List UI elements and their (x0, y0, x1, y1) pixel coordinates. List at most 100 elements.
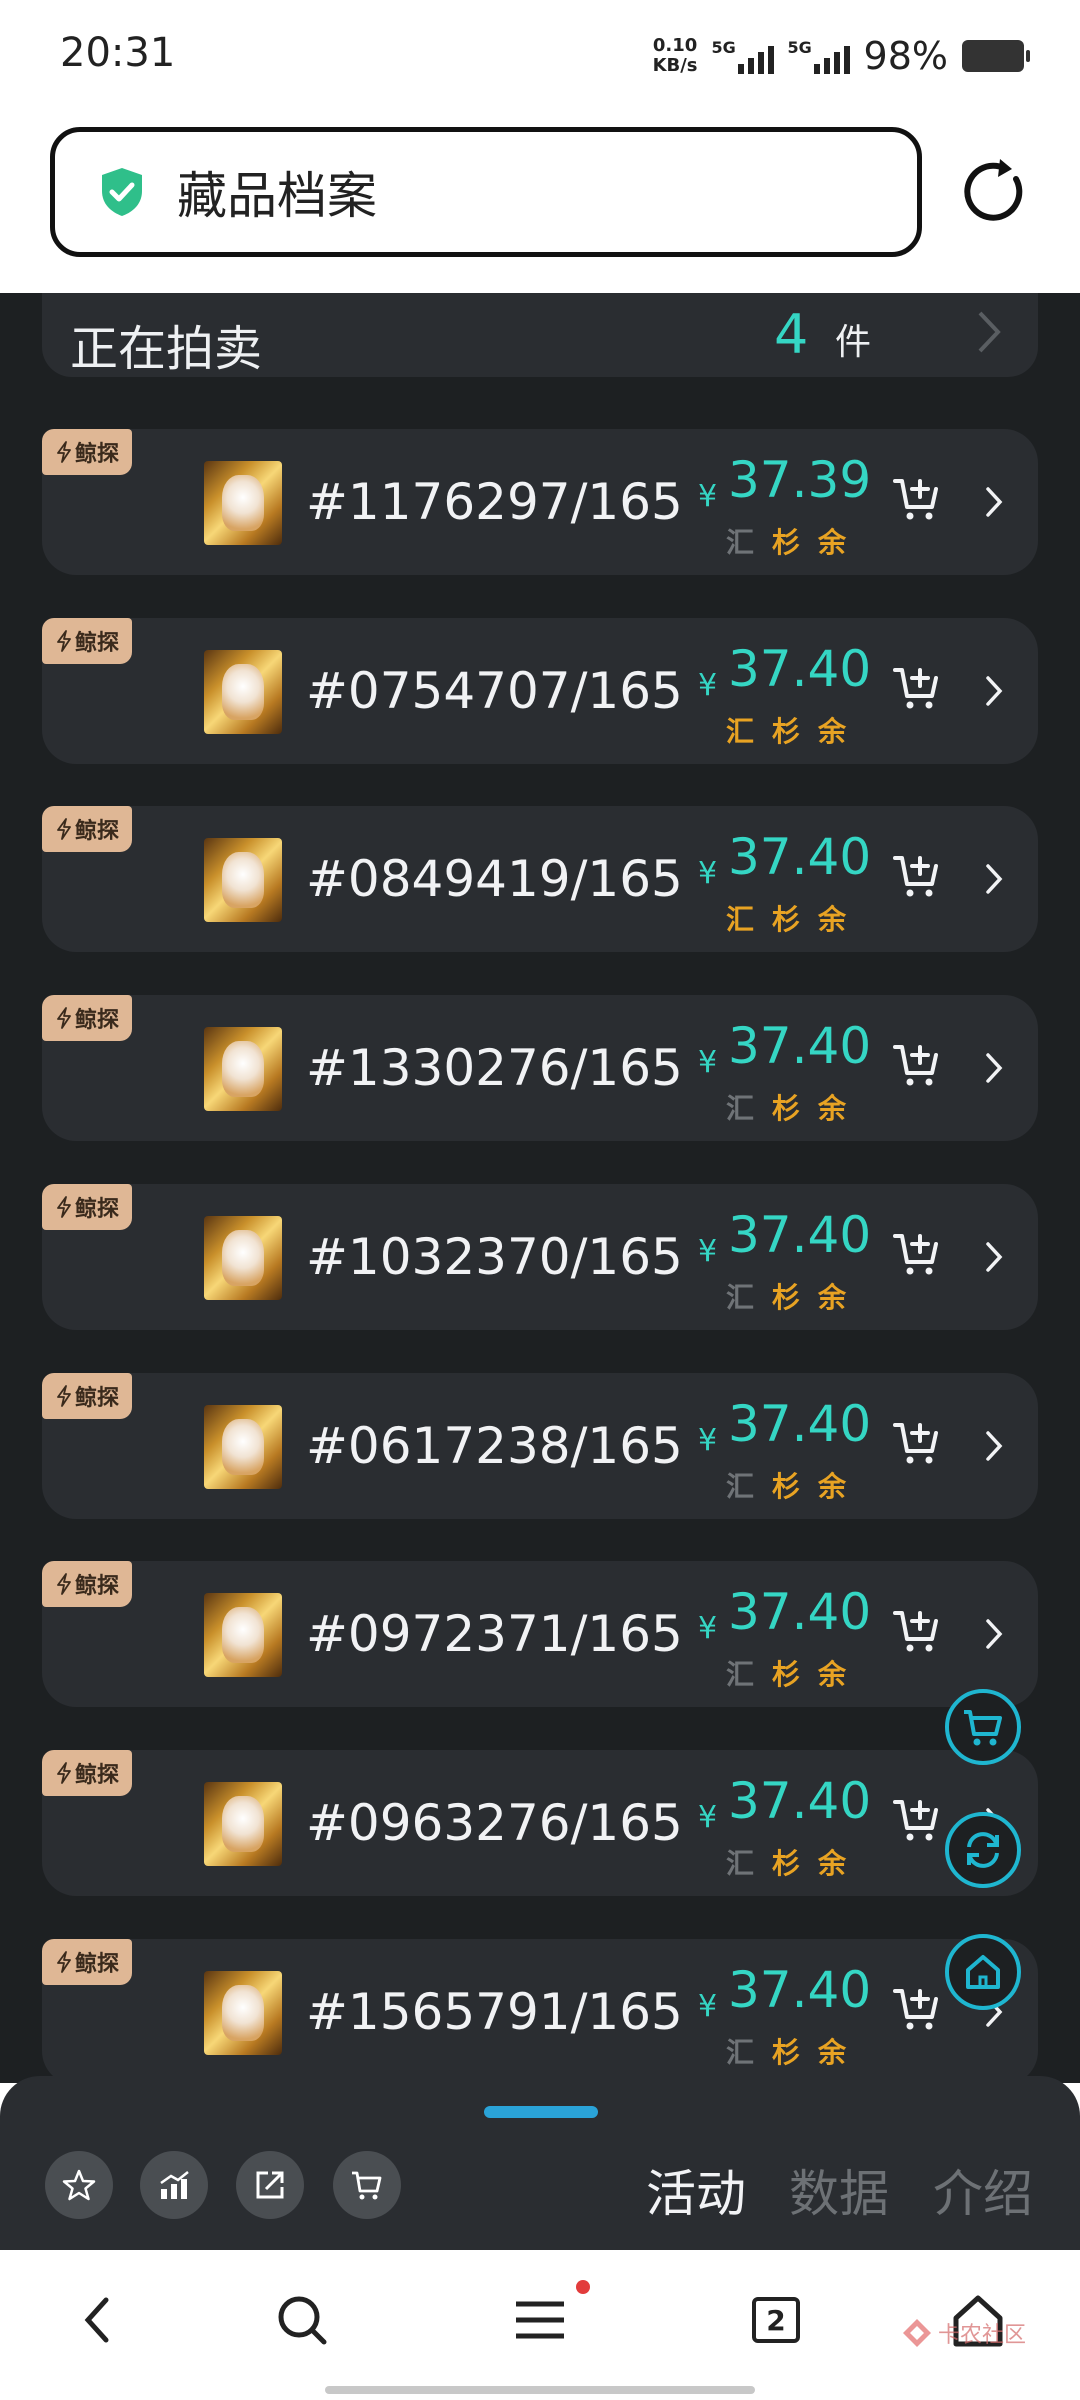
drag-handle[interactable] (484, 2106, 598, 2118)
listing-row[interactable]: 鲸探 #1176297/165 ¥ 37.39 汇杉余 (42, 429, 1038, 575)
item-thumbnail (204, 1404, 282, 1489)
chevron-right-icon[interactable] (984, 862, 1004, 896)
platform-badge: 杉 (772, 1092, 801, 1126)
currency-symbol: ¥ (698, 856, 718, 892)
platform-badge: 汇 (726, 2035, 755, 2069)
currency-symbol: ¥ (698, 479, 718, 514)
network-speed: 0.10 KB/s (653, 36, 698, 76)
tab-activity[interactable]: 活动 (646, 2154, 746, 2226)
source-tag-label: 鲸探 (74, 630, 119, 656)
currency-symbol: ¥ (698, 1799, 718, 1835)
chevron-right-icon[interactable] (984, 1240, 1004, 1274)
listing-row[interactable]: 鲸探 #0754707/165 ¥ 37.40 汇杉余 (42, 617, 1038, 764)
share-button[interactable] (236, 2151, 304, 2219)
platform-badge: 余 (818, 1658, 847, 1692)
add-to-cart-icon[interactable] (892, 1794, 942, 1844)
battery-icon (962, 40, 1030, 72)
source-tag: 鲸探 (42, 1372, 132, 1419)
add-to-cart-icon[interactable] (892, 1039, 942, 1089)
source-tag: 鲸探 (42, 806, 132, 853)
home-icon (966, 1955, 1000, 1989)
chevron-right-icon[interactable] (984, 1051, 1004, 1085)
listing-row[interactable]: 鲸探 #0972371/165 ¥ 37.40 汇杉余 (42, 1561, 1038, 1708)
platform-badge: 余 (818, 714, 847, 748)
serial-number: #1330276/165 (306, 1039, 683, 1098)
tab-intro[interactable]: 介绍 (933, 2154, 1033, 2226)
serial-number: #0849419/165 (306, 850, 683, 909)
serial-number: #1032370/165 (306, 1227, 683, 1286)
bolt-icon (57, 818, 71, 841)
chevron-right-icon[interactable] (984, 485, 1004, 519)
status-indicators: 0.10 KB/s 5G 5G 98% (653, 34, 1030, 78)
bolt-icon (57, 629, 71, 652)
favorite-button[interactable] (45, 2151, 113, 2219)
listing-row[interactable]: 鲸探 #0617238/165 ¥ 37.40 汇杉余 (42, 1372, 1038, 1519)
bolt-icon (57, 441, 71, 463)
tab-data[interactable]: 数据 (789, 2154, 889, 2226)
listing-row[interactable]: 鲸探 #0963276/165 ¥ 37.40 汇杉余 (42, 1749, 1038, 1896)
price: 37.40 (728, 1960, 872, 2019)
price: 37.40 (728, 639, 872, 698)
platform-badge: 余 (818, 1469, 847, 1503)
platform-badge: 杉 (772, 1280, 801, 1314)
listing-row[interactable]: 鲸探 #1330276/165 ¥ 37.40 汇杉余 (42, 995, 1038, 1142)
platform-badge: 余 (818, 903, 847, 937)
chevron-right-icon[interactable] (984, 1617, 1004, 1651)
platform-badge: 余 (818, 1846, 847, 1880)
add-to-cart-icon[interactable] (892, 1228, 942, 1278)
listing-row[interactable]: 鲸探 #0849419/165 ¥ 37.40 汇杉余 (42, 806, 1038, 953)
platform-badges: 汇杉余 (726, 1276, 846, 1316)
bolt-icon (57, 1950, 71, 1973)
auction-count: 4 (774, 303, 809, 366)
source-tag: 鲸探 (42, 617, 132, 664)
auction-summary[interactable]: 正在拍卖 4 件 (42, 293, 1038, 377)
add-to-cart-icon[interactable] (892, 473, 942, 523)
status-bar: 20:31 0.10 KB/s 5G 5G 98% (0, 0, 1080, 115)
platform-badge: 杉 (772, 1658, 801, 1692)
floating-cart-button[interactable] (945, 1689, 1021, 1765)
source-tag: 鲸探 (42, 1561, 132, 1608)
add-to-cart-icon[interactable] (892, 1983, 942, 2033)
cart-button[interactable] (333, 2151, 401, 2219)
menu-icon[interactable] (510, 2290, 570, 2350)
add-to-cart-icon[interactable] (892, 1417, 942, 1467)
trend-button[interactable] (140, 2151, 208, 2219)
serial-number: #0963276/165 (306, 1793, 683, 1852)
platform-badge: 余 (818, 2035, 847, 2069)
address-bar[interactable]: 藏品档案 (50, 127, 922, 257)
sync-icon (967, 1832, 999, 1868)
bolt-icon (57, 1573, 71, 1596)
serial-number: #0972371/165 (306, 1605, 683, 1664)
source-tag: 鲸探 (42, 1938, 132, 1985)
price: 37.40 (728, 1017, 872, 1076)
floating-home-button[interactable] (945, 1934, 1021, 2010)
platform-badge: 余 (818, 526, 847, 559)
platform-badges: 汇杉余 (726, 1842, 846, 1882)
platform-badge: 杉 (772, 2035, 801, 2069)
auction-label: 正在拍卖 (70, 321, 263, 377)
currency-symbol: ¥ (698, 1045, 718, 1081)
refresh-icon[interactable] (960, 155, 1032, 227)
floating-refresh-button[interactable] (945, 1812, 1021, 1888)
watermark-text: 卡农社区 (938, 2323, 1027, 2348)
chevron-right-icon[interactable] (984, 1429, 1004, 1463)
status-time: 20:31 (60, 30, 176, 76)
cart-icon (352, 2171, 382, 2200)
add-to-cart-icon[interactable] (892, 1605, 942, 1655)
platform-badge: 汇 (726, 526, 755, 559)
tabs-button[interactable]: 2 (752, 2297, 800, 2343)
signal-1-icon: 5G (712, 38, 774, 74)
source-tag-label: 鲸探 (74, 1385, 119, 1411)
listing-row[interactable]: 鲸探 #1565791/165 ¥ 37.40 汇杉余 (42, 1938, 1038, 2083)
search-icon[interactable] (272, 2290, 332, 2350)
platform-badges: 汇杉余 (726, 710, 846, 750)
listing-row[interactable]: 鲸探 #1032370/165 ¥ 37.40 汇杉余 (42, 1183, 1038, 1330)
page-title: 藏品档案 (177, 167, 377, 225)
price: 37.40 (728, 1583, 872, 1642)
source-tag: 鲸探 (42, 429, 132, 475)
source-tag: 鲸探 (42, 1749, 132, 1796)
chevron-right-icon[interactable] (984, 674, 1004, 708)
add-to-cart-icon[interactable] (892, 850, 942, 900)
add-to-cart-icon[interactable] (892, 662, 942, 712)
back-icon[interactable] (70, 2290, 130, 2350)
